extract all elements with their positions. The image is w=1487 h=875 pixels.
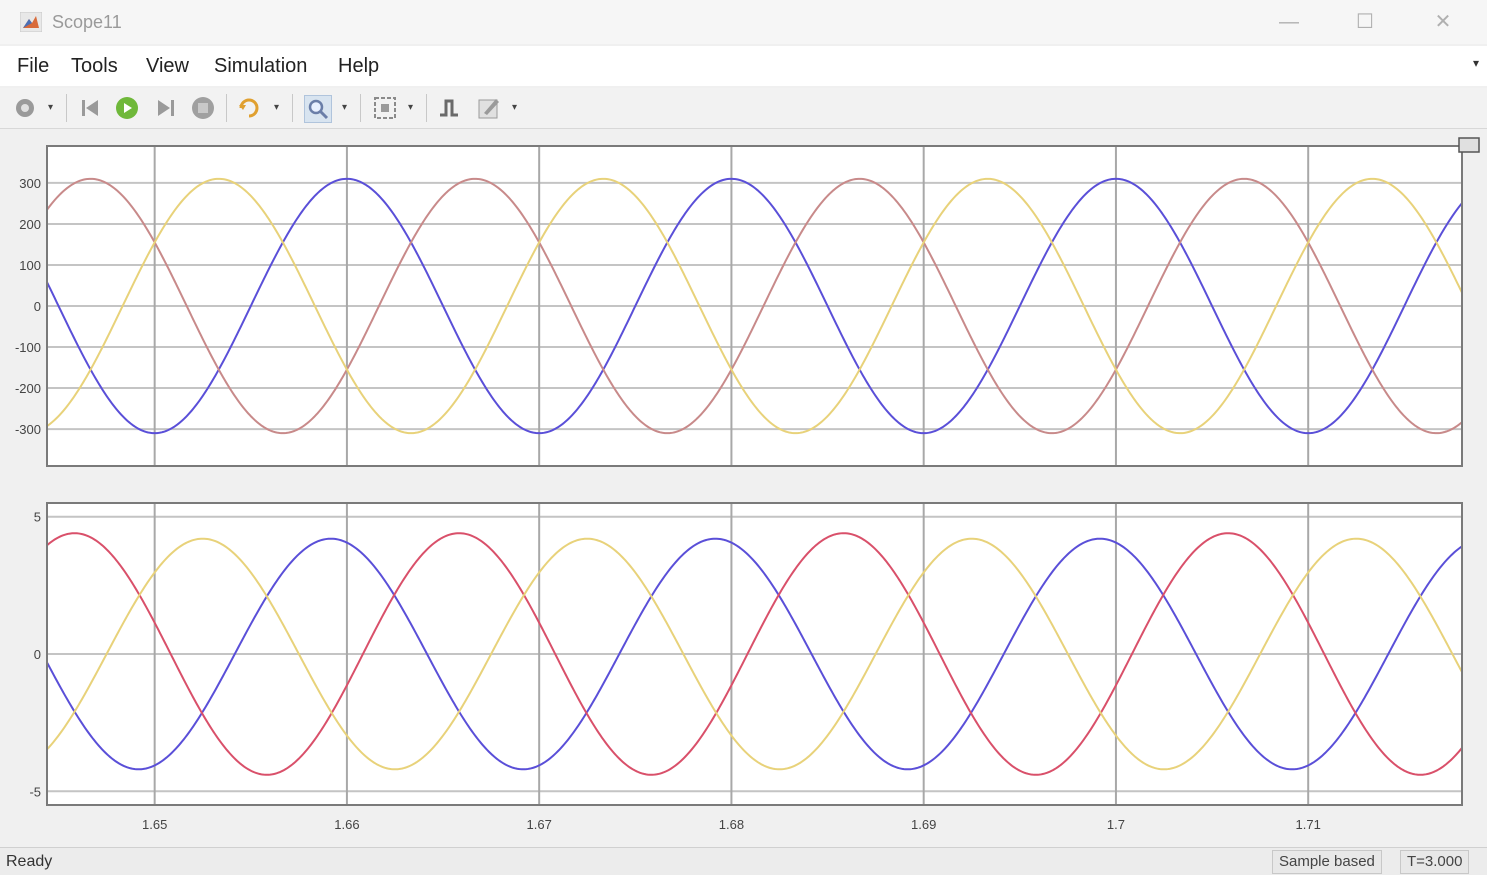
y-tick-label: -5: [29, 784, 41, 799]
sample-mode: Sample based: [1272, 850, 1382, 874]
scope-axes-2: -5 0 5 1.65 1.66 1.67 1.68 1.69 1.7 1.71: [29, 502, 1463, 832]
highlight-button[interactable]: [236, 95, 262, 121]
toolbar-separator: [66, 94, 67, 122]
x-tick-label: 1.68: [719, 817, 744, 832]
step-forward-icon: [158, 100, 174, 116]
stop-button[interactable]: [190, 95, 216, 121]
y-tick-label: 0: [34, 299, 41, 314]
y-tick-label: 200: [19, 217, 41, 232]
run-button[interactable]: [114, 95, 140, 121]
trigger-icon: [440, 99, 458, 117]
y-tick-label: 0: [34, 647, 41, 662]
menu-tools[interactable]: Tools: [71, 55, 118, 78]
style-button[interactable]: [476, 95, 502, 121]
matlab-icon: [19, 11, 43, 33]
zoom-button[interactable]: [304, 95, 332, 123]
zoom-icon: [308, 99, 329, 120]
simulation-time: T=3.000: [1400, 850, 1470, 874]
gear-icon: [16, 99, 34, 117]
status-text: Ready: [6, 853, 53, 870]
x-tick-label: 1.69: [911, 817, 936, 832]
highlight-icon: [239, 98, 259, 118]
menu-simulation[interactable]: Simulation: [214, 55, 307, 78]
step-back-button[interactable]: [78, 95, 104, 121]
zoom-dropdown-icon[interactable]: ▾: [342, 102, 347, 113]
x-tick-label: 1.7: [1107, 817, 1125, 832]
undock-button[interactable]: [1458, 137, 1480, 153]
edit-style-icon: [478, 99, 499, 119]
maximize-button[interactable]: ☐: [1342, 6, 1388, 38]
toolbar: ▾ ▾ ▾ ▾ ▾: [0, 88, 1487, 129]
autoscale-button[interactable]: [372, 95, 398, 121]
triggers-button[interactable]: [436, 95, 462, 121]
x-tick-label: 1.67: [527, 817, 552, 832]
settings-dropdown-icon[interactable]: ▾: [48, 102, 53, 113]
autoscale-icon: [374, 97, 396, 119]
undock-icon: [1458, 137, 1480, 153]
settings-button[interactable]: [12, 95, 38, 121]
scope-axes-1: -300 -200 -100 0 100 200 300: [15, 145, 1463, 467]
minimize-button[interactable]: —: [1266, 6, 1312, 38]
toolbar-separator: [292, 94, 293, 122]
toolbar-separator: [360, 94, 361, 122]
toolbar-separator: [426, 94, 427, 122]
y-tick-label: 300: [19, 176, 41, 191]
close-icon: ✕: [1434, 11, 1452, 33]
run-icon: [116, 97, 138, 119]
menu-view[interactable]: View: [146, 55, 189, 78]
x-tick-label: 1.65: [142, 817, 167, 832]
step-back-icon: [82, 100, 98, 116]
plot-area: -300 -200 -100 0 100 200 300 -5 0 5 1.65 1.66 1.67 1.…: [0, 132, 1487, 846]
maximize-icon: ☐: [1356, 11, 1374, 33]
minimize-icon: —: [1279, 11, 1299, 33]
menu-overflow-icon[interactable]: ▾: [1473, 56, 1479, 70]
step-forward-button[interactable]: [152, 95, 178, 121]
y-tick-label: 5: [34, 510, 41, 525]
highlight-dropdown-icon[interactable]: ▾: [274, 102, 279, 113]
style-dropdown-icon[interactable]: ▾: [512, 102, 517, 113]
toolbar-separator: [226, 94, 227, 122]
close-button[interactable]: ✕: [1420, 6, 1466, 38]
x-tick-label: 1.66: [334, 817, 359, 832]
menu-help[interactable]: Help: [338, 55, 379, 78]
title-bar: Scope11 — ☐ ✕: [0, 0, 1487, 44]
window-title: Scope11: [52, 12, 122, 32]
status-bar: Ready Sample based T=3.000: [0, 847, 1487, 875]
stop-icon: [192, 97, 214, 119]
autoscale-dropdown-icon[interactable]: ▾: [408, 102, 413, 113]
x-tick-label: 1.71: [1296, 817, 1321, 832]
menu-file[interactable]: File: [17, 55, 49, 78]
y-tick-label: -100: [15, 340, 41, 355]
y-tick-label: -300: [15, 422, 41, 437]
y-tick-label: -200: [15, 381, 41, 396]
y-tick-label: 100: [19, 258, 41, 273]
menu-bar: File Tools View Simulation Help ▾: [0, 46, 1487, 86]
scope-plots: -300 -200 -100 0 100 200 300 -5 0 5 1.65 1.66 1.67 1.…: [15, 137, 1480, 832]
